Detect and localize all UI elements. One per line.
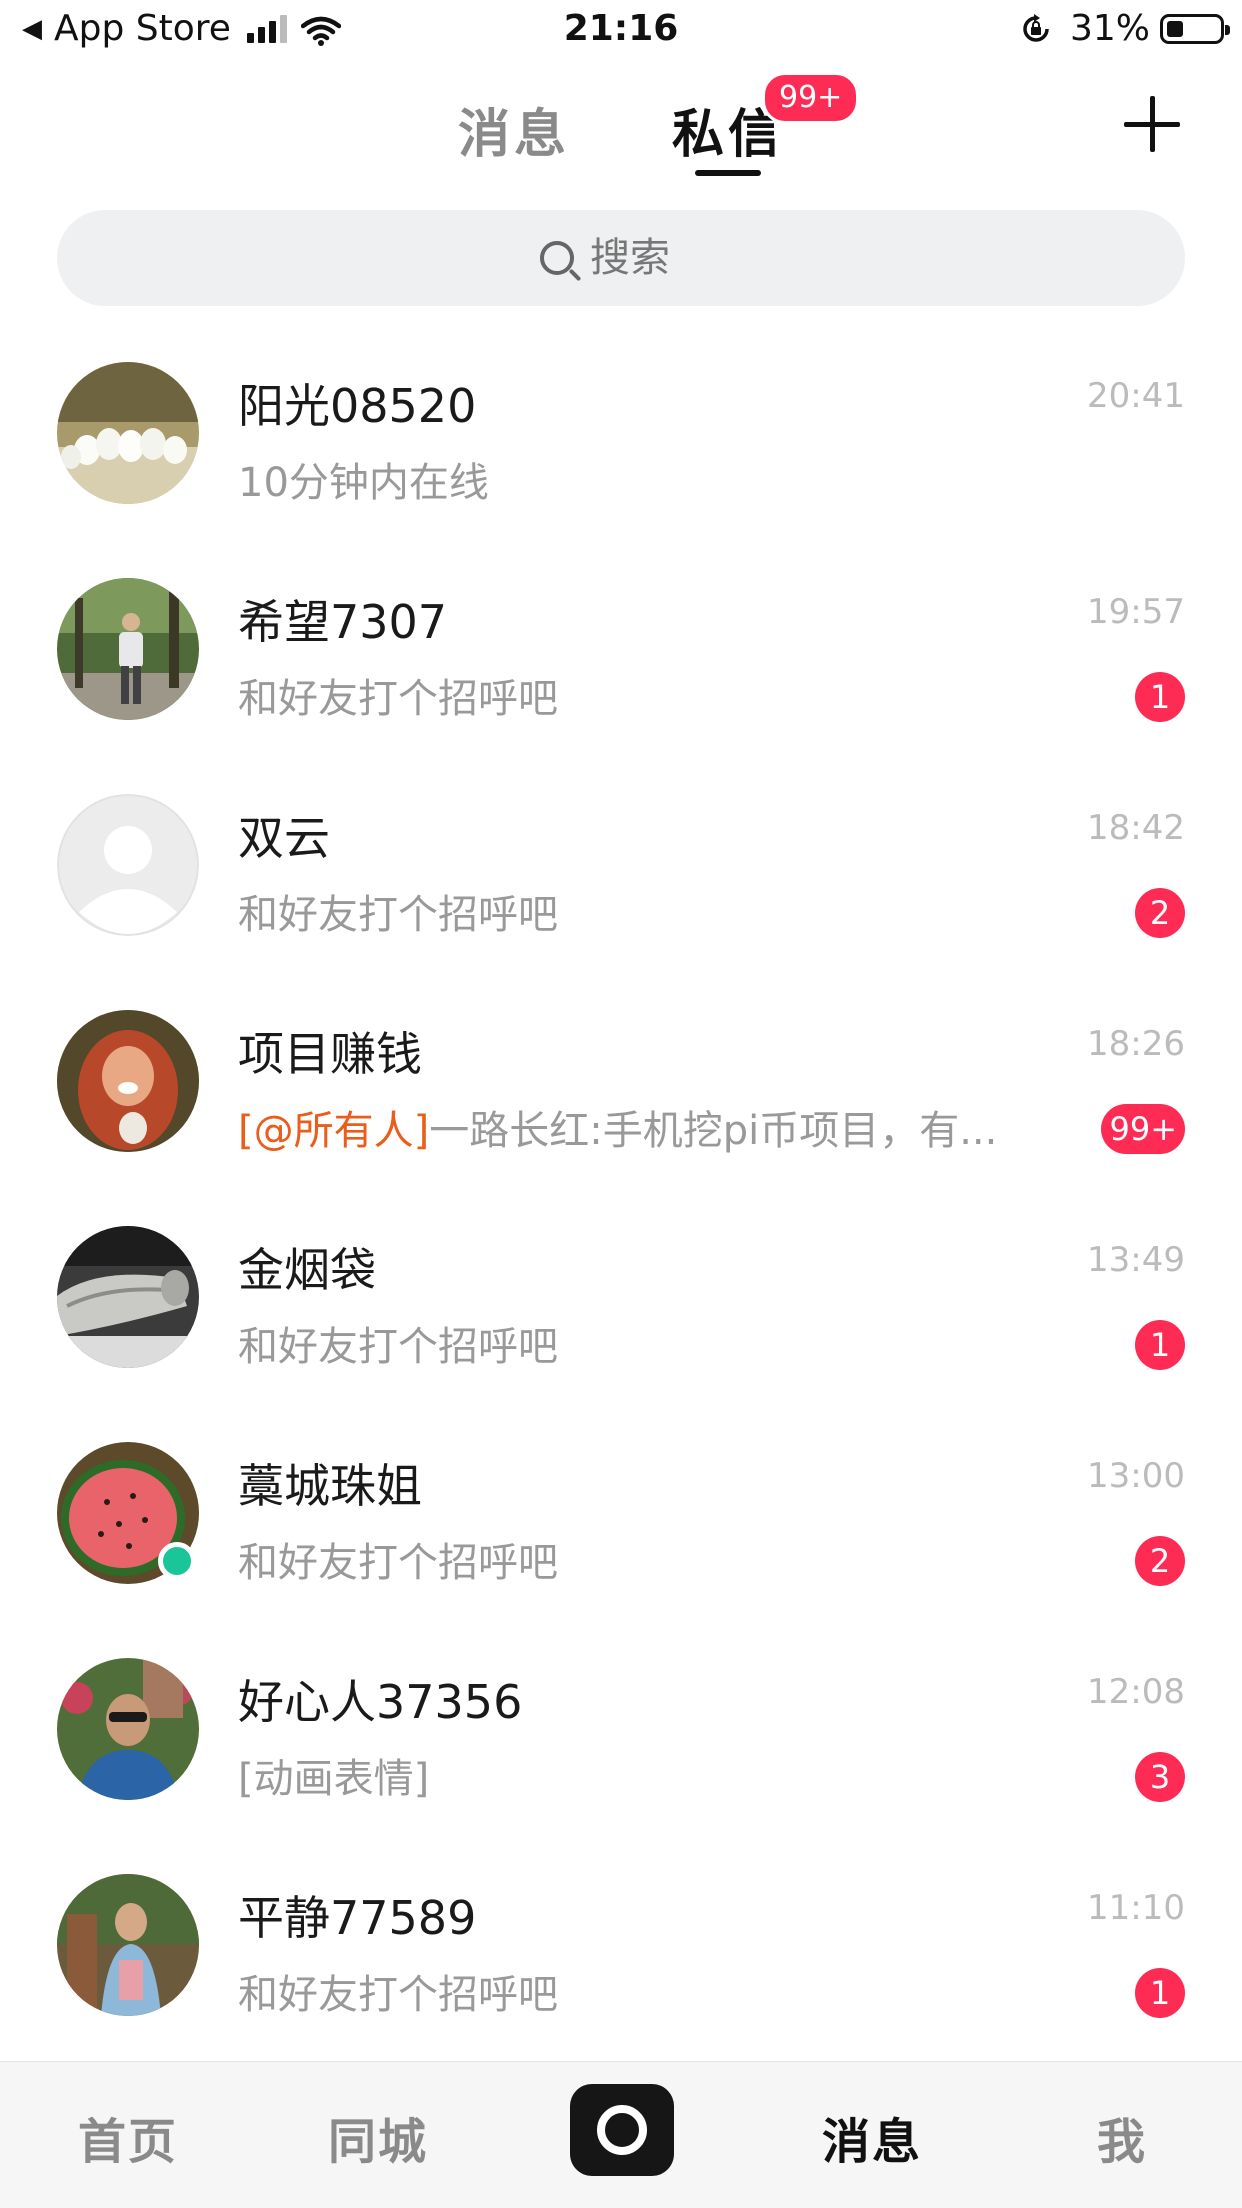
contact-name: 阳光08520	[238, 379, 477, 433]
tab-messages[interactable]: 消息	[458, 92, 570, 167]
avatar	[57, 1658, 199, 1800]
message-time: 11:10	[1087, 1888, 1185, 1928]
avatar	[57, 1010, 199, 1152]
message-preview: 和好友打个招呼吧	[238, 1324, 558, 1370]
nav-messages[interactable]: 消息	[822, 2102, 922, 2172]
message-preview: [@所有人]一路长红:手机挖pi币项目，有...	[238, 1098, 997, 1156]
unread-badge: 2	[1135, 1536, 1185, 1586]
contact-name: 希望7307	[238, 595, 448, 649]
message-preview: 10分钟内在线	[238, 460, 489, 506]
message-preview-text: 一路长红:手机挖pi币项目，有...	[429, 1108, 998, 1154]
battery-level	[1167, 20, 1183, 37]
bottom-nav: 首页 同城 消息 我	[0, 2061, 1242, 2208]
camera-icon	[597, 2105, 647, 2155]
status-bar: ◀ App Store 21:16 31%	[0, 0, 1242, 66]
camera-shoot-button[interactable]	[570, 2084, 674, 2176]
message-time: 18:42	[1087, 808, 1185, 848]
contact-name: 双云	[238, 811, 330, 865]
nav-home[interactable]: 首页	[78, 2102, 178, 2172]
unread-badge: 1	[1135, 672, 1185, 722]
header: 消息 私信 99+	[0, 66, 1242, 186]
battery-icon	[1160, 13, 1230, 44]
message-preview: [动画表情]	[238, 1756, 430, 1802]
unread-badge: 1	[1135, 1968, 1185, 2018]
conversation-item[interactable]: 双云 和好友打个招呼吧 18:42 2	[0, 778, 1242, 994]
message-time: 18:26	[1087, 1024, 1185, 1064]
unread-badge: 2	[1135, 888, 1185, 938]
conversation-item[interactable]: 好心人37356 [动画表情] 12:08 3	[0, 1642, 1242, 1858]
conversation-list: 阳光08520 10分钟内在线 20:41 希望7307 和好友打个招呼吧 19…	[0, 346, 1242, 2074]
add-plus-button[interactable]	[1124, 96, 1180, 152]
private-unread-badge: 99+	[762, 72, 860, 124]
message-preview: 和好友打个招呼吧	[238, 1972, 558, 2018]
message-preview: 和好友打个招呼吧	[238, 676, 558, 722]
avatar	[57, 1874, 199, 2016]
message-time: 20:41	[1087, 376, 1185, 416]
search-icon	[540, 241, 574, 275]
unread-badge: 99+	[1101, 1104, 1185, 1154]
rotation-lock-icon	[1020, 13, 1052, 45]
conversation-item[interactable]: 金烟袋 和好友打个招呼吧 13:49 1	[0, 1210, 1242, 1426]
conversation-item[interactable]: 阳光08520 10分钟内在线 20:41	[0, 346, 1242, 562]
conversation-item[interactable]: 平静77589 和好友打个招呼吧 11:10 1	[0, 1858, 1242, 2074]
nav-me[interactable]: 我	[1097, 2102, 1147, 2172]
message-time: 13:49	[1087, 1240, 1185, 1280]
battery-percent: 31%	[1069, 8, 1150, 49]
conversation-item[interactable]: 藁城珠姐 和好友打个招呼吧 13:00 2	[0, 1426, 1242, 1642]
contact-name: 项目赚钱	[238, 1027, 422, 1081]
unread-badge: 3	[1135, 1752, 1185, 1802]
avatar	[57, 362, 199, 504]
contact-name: 平静77589	[238, 1891, 477, 1945]
contact-name: 金烟袋	[238, 1243, 376, 1297]
search-bar[interactable]	[57, 210, 1185, 306]
message-time: 13:00	[1087, 1456, 1185, 1496]
avatar	[57, 1226, 199, 1368]
mention-all-tag: [@所有人]	[238, 1108, 430, 1154]
message-preview: 和好友打个招呼吧	[238, 892, 558, 938]
online-status-indicator	[158, 1542, 196, 1580]
conversation-item[interactable]: 项目赚钱 [@所有人]一路长红:手机挖pi币项目，有... 18:26 99+	[0, 994, 1242, 1210]
default-avatar-icon	[57, 794, 199, 936]
search-input[interactable]	[588, 234, 702, 282]
contact-name: 好心人37356	[238, 1675, 523, 1729]
unread-badge: 1	[1135, 1320, 1185, 1370]
message-time: 12:08	[1087, 1672, 1185, 1712]
avatar	[57, 578, 199, 720]
message-time: 19:57	[1087, 592, 1185, 632]
status-right: 31%	[1020, 8, 1230, 49]
message-preview: 和好友打个招呼吧	[238, 1540, 558, 1586]
messages-page: ◀ App Store 21:16 31% 消息 私信 99+ 搜索 阳光085…	[0, 0, 1242, 2208]
contact-name: 藁城珠姐	[238, 1459, 422, 1513]
active-tab-indicator	[695, 170, 761, 176]
conversation-item[interactable]: 希望7307 和好友打个招呼吧 19:57 1	[0, 562, 1242, 778]
nav-local[interactable]: 同城	[328, 2102, 428, 2172]
